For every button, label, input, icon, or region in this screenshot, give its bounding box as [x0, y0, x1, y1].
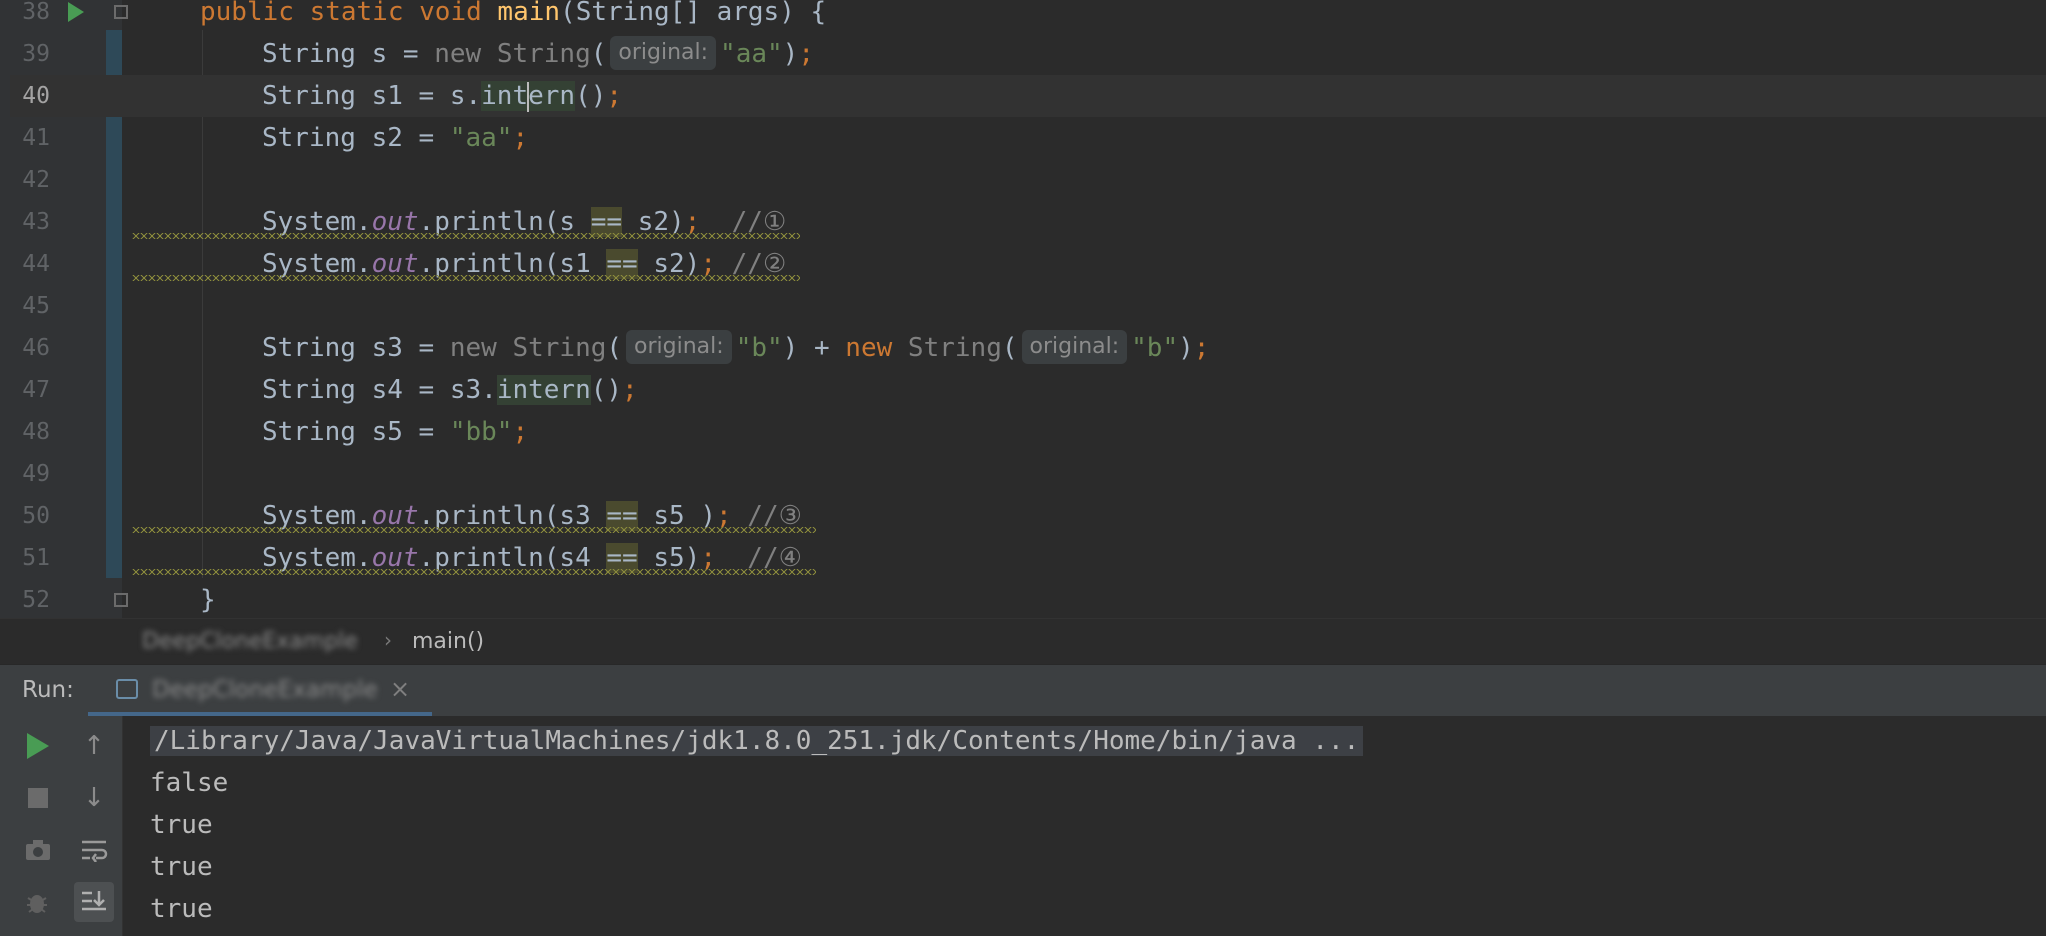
- code-text: String s2 = "aa";: [262, 123, 529, 153]
- breadcrumb-method[interactable]: main(): [412, 629, 484, 654]
- bug-icon: [27, 895, 47, 913]
- code-text: String s4 = s3.intern();: [262, 375, 638, 405]
- code-line[interactable]: 50 System.out.println(s3 == s5 ); //③: [0, 495, 2046, 537]
- arrow-up-icon: ↑: [83, 731, 105, 761]
- breadcrumb: DeepCloneExample › main(): [0, 618, 2046, 665]
- code-line[interactable]: 38 public static void main(String[] args…: [0, 0, 2046, 33]
- console-line: false: [150, 768, 229, 798]
- line-number: 50: [22, 503, 50, 529]
- line-number: 38: [22, 0, 50, 25]
- run-tab-label: DeepCloneExample: [152, 677, 378, 703]
- code-line[interactable]: 48 String s5 = "bb";: [0, 411, 2046, 453]
- stop-button[interactable]: [18, 778, 58, 818]
- run-label: Run:: [22, 677, 74, 703]
- code-line[interactable]: 51 System.out.println(s4 == s5); //④: [0, 537, 2046, 579]
- console-output[interactable]: /Library/Java/JavaVirtualMachines/jdk1.8…: [150, 720, 1364, 930]
- code-line[interactable]: 44 System.out.println(s1 == s2); //②: [0, 243, 2046, 285]
- code-line[interactable]: 39 String s = new String(original: "aa");: [0, 33, 2046, 75]
- play-icon: [27, 733, 49, 759]
- close-icon[interactable]: ×: [390, 675, 410, 703]
- code-text: String s3 = new String(original: "b") + n…: [262, 327, 1209, 369]
- console-line: true: [150, 894, 213, 924]
- code-text: String s5 = "bb";: [262, 417, 529, 447]
- code-line[interactable]: 43 System.out.println(s == s2); //①: [0, 201, 2046, 243]
- code-text: public static void main(String[] args) {: [200, 0, 827, 27]
- warning-underline[interactable]: [132, 233, 800, 239]
- run-tool-window-header: Run: DeepCloneExample ×: [0, 664, 2046, 717]
- wrap-icon: [82, 840, 108, 862]
- run-panel: ↑ ↓ /Library/Java/JavaVirtualMachines/jd…: [0, 716, 2046, 936]
- warning-underline[interactable]: [132, 569, 816, 575]
- code-line[interactable]: 52 }: [0, 579, 2046, 618]
- parameter-hint: original:: [1021, 329, 1128, 364]
- rerun-button[interactable]: [18, 726, 58, 766]
- line-number: 42: [22, 167, 50, 193]
- line-number: 41: [22, 125, 50, 151]
- line-number: 45: [22, 293, 50, 319]
- line-number: 44: [22, 251, 50, 277]
- line-number: 46: [22, 335, 50, 361]
- code-line[interactable]: 47 String s4 = s3.intern();: [0, 369, 2046, 411]
- scroll-up-button[interactable]: ↑: [74, 726, 114, 766]
- arrow-down-icon: ↓: [83, 783, 105, 813]
- parameter-hint: original:: [626, 329, 732, 364]
- code-line[interactable]: 45: [0, 285, 2046, 327]
- line-number: 40: [22, 83, 50, 109]
- code-line[interactable]: 46 String s3 = new String(original: "b") …: [0, 327, 2046, 369]
- warning-underline[interactable]: [132, 275, 800, 281]
- code-line[interactable]: 41 String s2 = "aa";: [0, 117, 2046, 159]
- line-number: 49: [22, 461, 50, 487]
- line-number: 43: [22, 209, 50, 235]
- run-toolbar: ↑ ↓: [0, 716, 123, 936]
- console-line: true: [150, 810, 213, 840]
- code-line[interactable]: 49: [0, 453, 2046, 495]
- code-text: String s = new String(original: "aa");: [262, 33, 814, 75]
- soft-wrap-button[interactable]: [74, 830, 114, 870]
- command-line[interactable]: /Library/Java/JavaVirtualMachines/jdk1.8…: [150, 726, 1364, 756]
- console-line: /Library/Java/JavaVirtualMachines/jdk1.8…: [150, 720, 1364, 762]
- debug-button[interactable]: [18, 882, 58, 922]
- run-tab[interactable]: DeepCloneExample ×: [88, 665, 432, 717]
- parameter-hint: original:: [610, 35, 717, 70]
- code-text: }: [200, 585, 216, 615]
- breadcrumb-class[interactable]: DeepCloneExample: [142, 629, 358, 654]
- run-gutter-icon[interactable]: [68, 2, 84, 22]
- code-line-current[interactable]: 40 String s1 = s.intern();: [0, 75, 2046, 117]
- fold-icon[interactable]: [114, 593, 128, 607]
- line-number: 52: [22, 587, 50, 613]
- fold-icon[interactable]: [114, 5, 128, 19]
- code-text: String s1 = s.intern();: [262, 81, 623, 112]
- warning-underline[interactable]: [132, 527, 816, 533]
- line-number: 39: [22, 41, 50, 67]
- code-line[interactable]: 42: [0, 159, 2046, 201]
- line-number: 47: [22, 377, 50, 403]
- stop-icon: [28, 788, 48, 808]
- console-line: true: [150, 852, 213, 882]
- scroll-down-button[interactable]: ↓: [74, 778, 114, 818]
- breadcrumb-separator-icon: ›: [384, 628, 392, 652]
- scroll-to-end-button[interactable]: [74, 882, 114, 922]
- camera-icon: [26, 840, 50, 860]
- screenshot-button[interactable]: [18, 830, 58, 870]
- console-icon: [116, 679, 138, 699]
- line-number: 51: [22, 545, 50, 571]
- scroll-to-end-icon: [82, 891, 106, 911]
- line-number: 48: [22, 419, 50, 445]
- code-editor[interactable]: 38 public static void main(String[] args…: [0, 0, 2046, 618]
